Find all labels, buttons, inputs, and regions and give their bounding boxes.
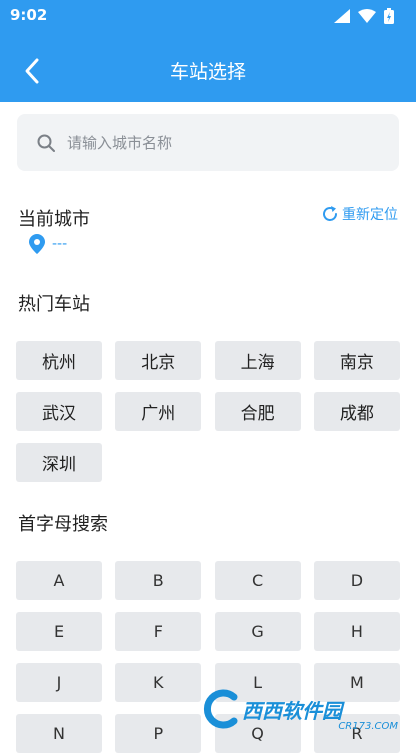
- search-icon: [37, 134, 55, 152]
- search-input[interactable]: [67, 133, 367, 152]
- letter-b[interactable]: B: [115, 561, 202, 600]
- letter-search-heading: 首字母搜索: [18, 514, 108, 535]
- status-icons: [334, 8, 394, 24]
- hot-station-guangzhou[interactable]: 广州: [115, 392, 202, 431]
- watermark-text: 西西软件园: [242, 698, 342, 723]
- hot-stations-grid: 杭州 北京 上海 南京 武汉 广州 合肥 成都 深圳: [16, 341, 400, 482]
- relocate-button[interactable]: 重新定位: [321, 204, 398, 224]
- hot-station-hangzhou[interactable]: 杭州: [16, 341, 102, 380]
- watermark-c-icon: [203, 689, 238, 729]
- watermark-logo: 西西软件园 CR173.COM: [202, 684, 412, 734]
- location-pin-icon: [29, 234, 45, 254]
- hot-station-hefei[interactable]: 合肥: [214, 392, 301, 431]
- current-city-value: ---: [52, 236, 68, 252]
- letter-h[interactable]: H: [313, 612, 400, 651]
- current-city-heading: 当前城市: [18, 209, 90, 230]
- letter-n[interactable]: N: [16, 714, 102, 753]
- wifi-icon: [358, 9, 376, 23]
- battery-icon: [384, 8, 394, 24]
- hot-station-shanghai[interactable]: 上海: [214, 341, 301, 380]
- letter-f[interactable]: F: [115, 612, 202, 651]
- status-bar: 9:02: [0, 0, 416, 30]
- watermark-subtext: CR173.COM: [338, 721, 398, 732]
- current-city: ---: [28, 234, 67, 254]
- hot-station-wuhan[interactable]: 武汉: [16, 392, 102, 431]
- relocate-label: 重新定位: [342, 207, 398, 223]
- letter-a[interactable]: A: [16, 561, 102, 600]
- page-title: 车站选择: [169, 61, 246, 83]
- letter-g[interactable]: G: [214, 612, 301, 651]
- letter-c[interactable]: C: [214, 561, 301, 600]
- hot-station-nanjing[interactable]: 南京: [313, 341, 400, 380]
- letter-e[interactable]: E: [16, 612, 102, 651]
- letter-k[interactable]: K: [115, 663, 202, 702]
- letter-d[interactable]: D: [313, 561, 400, 600]
- app-header: 9:02 车站选择: [0, 0, 416, 102]
- status-time: 9:02: [10, 6, 48, 24]
- signal-icon: [334, 9, 350, 23]
- hot-station-shenzhen[interactable]: 深圳: [16, 443, 102, 482]
- hot-stations-heading: 热门车站: [18, 294, 90, 315]
- refresh-icon: [323, 206, 337, 221]
- letter-j[interactable]: J: [16, 663, 102, 702]
- letter-p[interactable]: P: [115, 714, 202, 753]
- hot-station-beijing[interactable]: 北京: [115, 341, 202, 380]
- search-box[interactable]: [17, 114, 399, 171]
- hot-station-chengdu[interactable]: 成都: [313, 392, 400, 431]
